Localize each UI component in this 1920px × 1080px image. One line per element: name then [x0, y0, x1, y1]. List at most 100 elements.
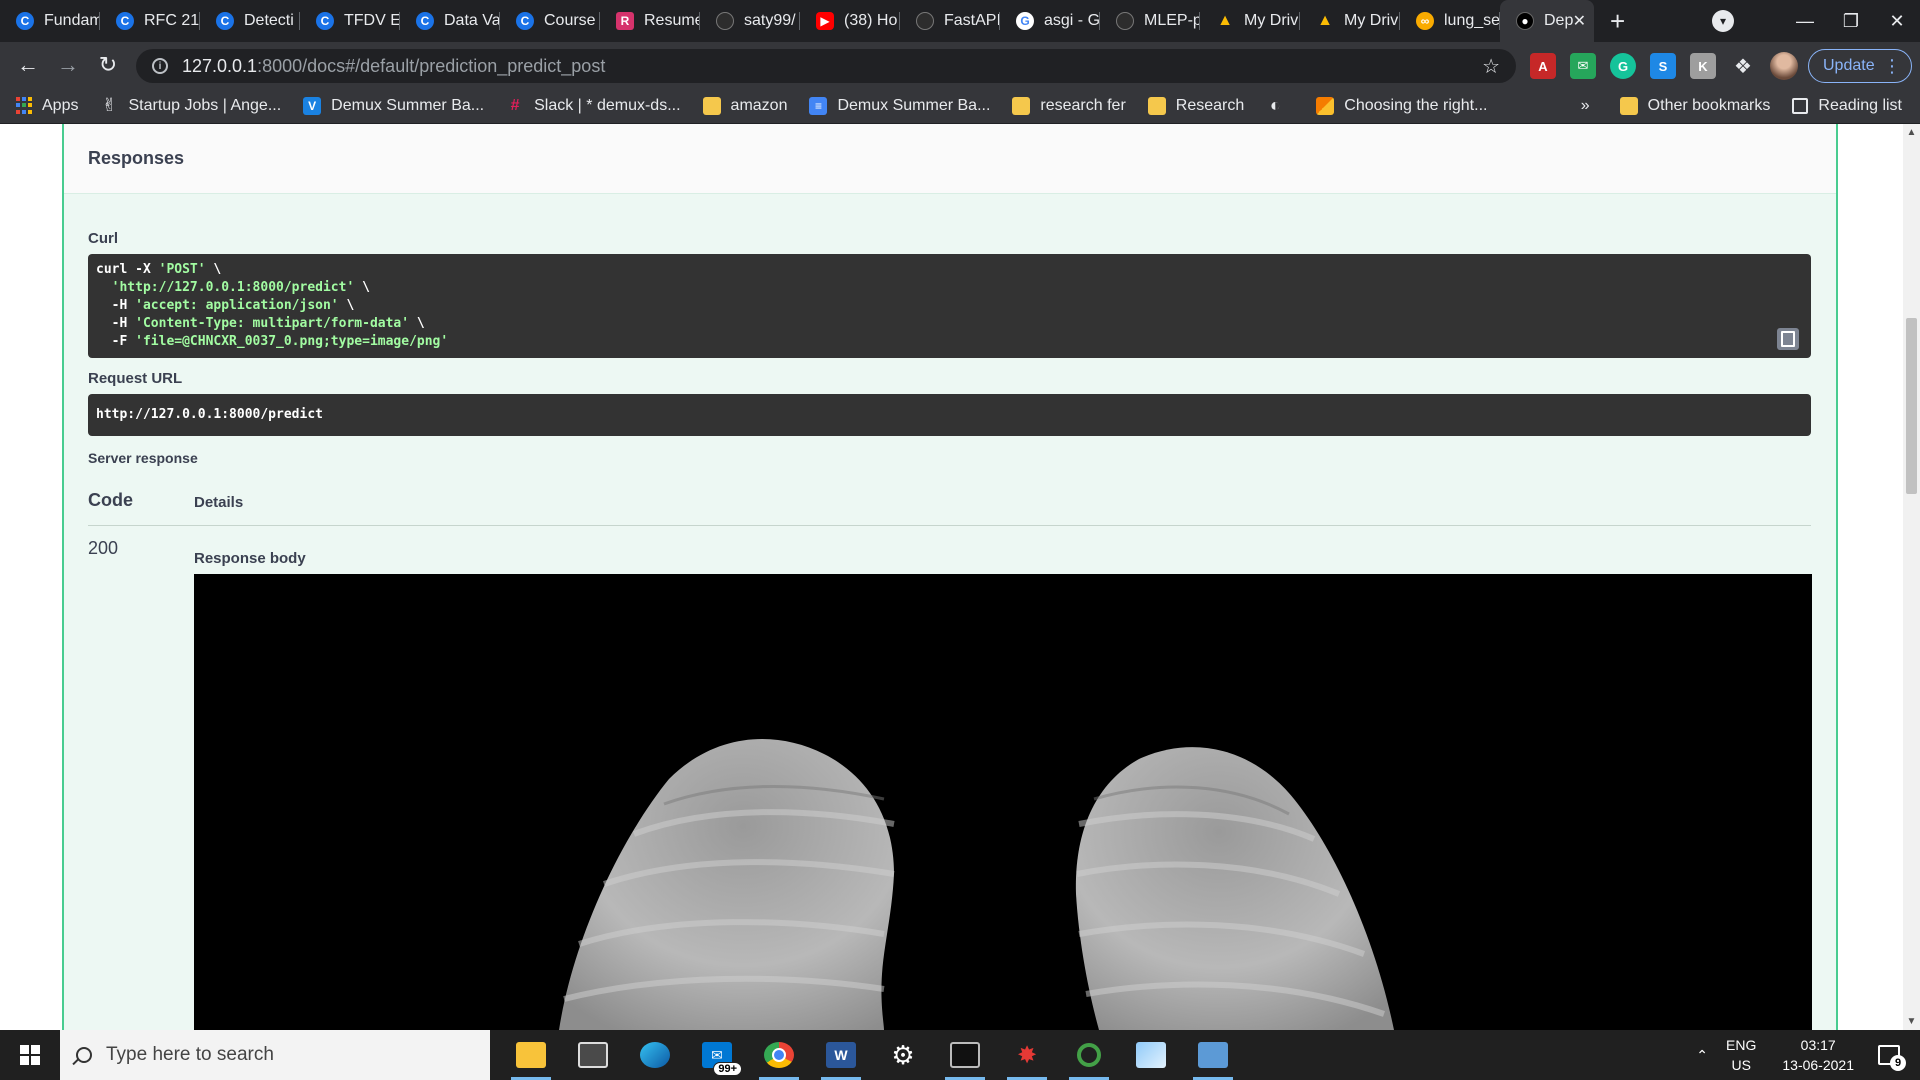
mail-badge: 99+ [713, 1062, 742, 1076]
page-scrollbar[interactable]: ▲ ▼ [1903, 124, 1920, 1030]
notification-center-icon[interactable]: 9 [1878, 1045, 1906, 1071]
chrome-icon [764, 1042, 794, 1068]
tab[interactable]: C TFDV E [300, 0, 400, 42]
tab[interactable]: C Fundam [0, 0, 100, 42]
tab-label: MLEP-p [1144, 12, 1200, 29]
clock[interactable]: 03:17 13-06-2021 [1782, 1035, 1854, 1075]
bookmarks-right: » Other bookmarks Reading list [1581, 88, 1902, 124]
taskbar-search-box[interactable]: Type here to search [60, 1030, 490, 1080]
chrome-button[interactable] [748, 1030, 810, 1080]
mail-button[interactable]: ✉ 99+ [686, 1030, 748, 1080]
bookmark-star-icon[interactable]: ☆ [1482, 54, 1500, 79]
other-bookmarks-folder[interactable]: Other bookmarks [1619, 97, 1770, 115]
bookmarks-overflow-button[interactable]: » [1581, 97, 1590, 115]
tab[interactable]: ▲ My Driv [1200, 0, 1300, 42]
minimize-button[interactable]: — [1782, 0, 1828, 42]
notification-badge: 9 [1890, 1055, 1906, 1071]
update-button[interactable]: Update ⋮ [1808, 49, 1912, 83]
mail-extension-icon[interactable]: ✉ [1570, 53, 1596, 79]
drive-icon: ▲ [1317, 12, 1333, 29]
store-button[interactable] [562, 1030, 624, 1080]
computer-app-button[interactable] [1182, 1030, 1244, 1080]
clock-date: 13-06-2021 [1782, 1057, 1854, 1073]
bookmark-list: Apps ✌ Startup Jobs | Ange... V Demux Summer… [16, 95, 1509, 115]
reading-list-button[interactable]: Reading list [1792, 97, 1902, 115]
close-window-button[interactable]: ✕ [1874, 0, 1920, 42]
settings-button[interactable]: ⚙ [872, 1030, 934, 1080]
angellist-icon: ✌ [101, 95, 118, 115]
tab[interactable]: C Data Va [400, 0, 500, 42]
tab[interactable]: saty99/ [700, 0, 800, 42]
tab[interactable]: C RFC 21! [100, 0, 200, 42]
language-indicator[interactable]: ENG US [1726, 1035, 1756, 1075]
tab-label: TFDV E [344, 12, 400, 29]
bookmark-item[interactable]: ≡ Demux Summer Ba... [809, 96, 990, 115]
bookmark-item[interactable]: research fer [1012, 96, 1126, 115]
site-info-icon[interactable]: i [152, 58, 168, 74]
tab[interactable]: C Course [500, 0, 600, 42]
bookmark-item[interactable]: Research [1147, 96, 1244, 115]
coursera-icon: C [16, 12, 34, 30]
coursera-icon: C [316, 12, 334, 30]
tab-label: Fundam [44, 12, 100, 29]
menu-dots-icon: ⋮ [1883, 55, 1901, 76]
acrobat-extension-icon[interactable]: A [1530, 53, 1556, 79]
scroll-up-arrow-icon[interactable]: ▲ [1903, 124, 1920, 141]
operation-block-post: Responses Curl curl -X 'POST' \ 'http://… [62, 124, 1838, 1030]
spider-app-button[interactable]: ✸ [996, 1030, 1058, 1080]
scroll-down-arrow-icon[interactable]: ▼ [1903, 1013, 1920, 1030]
tab-search-icon[interactable]: ▾ [1712, 10, 1734, 32]
tab[interactable]: ▲ My Driv [1300, 0, 1400, 42]
terminal-button[interactable] [934, 1030, 996, 1080]
notes-icon [1136, 1042, 1166, 1068]
windows-taskbar: Type here to search ✉ 99+ W ⚙ ✸ ⌃ ENG US… [0, 1030, 1920, 1080]
bookmark-item[interactable]: ✌ Startup Jobs | Ange... [100, 95, 281, 115]
bookmark-item[interactable]: Apps [16, 97, 78, 115]
tab-label: Course [544, 12, 596, 29]
word-button[interactable]: W [810, 1030, 872, 1080]
ring-app-button[interactable] [1058, 1030, 1120, 1080]
address-bar[interactable]: i 127.0.0.1:8000/docs#/default/predictio… [136, 49, 1516, 83]
forward-button[interactable]: → [48, 45, 88, 85]
curl-str: 'POST' [158, 262, 206, 277]
back-button[interactable]: ← [8, 45, 48, 85]
bookmark-item[interactable]: # Slack | * demux-ds... [506, 97, 681, 115]
grammarly-extension-icon[interactable]: G [1610, 53, 1636, 79]
extensions-puzzle-icon[interactable]: ❖ [1730, 53, 1756, 79]
tab[interactable]: Gasgi - G [1000, 0, 1100, 42]
start-button[interactable] [0, 1030, 60, 1080]
curl-kw: -F [96, 334, 136, 349]
bookmark-item[interactable]: Choosing the right... [1316, 96, 1487, 115]
tab-active[interactable]: ● Dep ✕ [1500, 0, 1594, 42]
bookmarks-bar: Apps ✌ Startup Jobs | Ange... V Demux Summer… [0, 88, 1920, 124]
new-tab-button[interactable]: + [1610, 6, 1625, 37]
tab[interactable]: ∞ lung_se [1400, 0, 1500, 42]
tab-close-icon[interactable]: ✕ [1573, 11, 1586, 31]
bookmark-item[interactable]: V Demux Summer Ba... [303, 96, 484, 115]
profile-avatar[interactable] [1770, 52, 1798, 80]
curl-kw: -H [96, 298, 136, 313]
bookmark-item[interactable]: ◐ [1266, 95, 1294, 115]
tab[interactable]: ▶ (38) Ho [800, 0, 900, 42]
tab[interactable]: MLEP-p [1100, 0, 1200, 42]
tab[interactable]: FastAPI [900, 0, 1000, 42]
bookmark-label: amazon [730, 96, 788, 114]
k-extension-icon[interactable]: K [1690, 53, 1716, 79]
response-body-label: Response body [194, 550, 306, 567]
system-tray: ⌃ ENG US 03:17 13-06-2021 9 [1696, 1030, 1920, 1080]
segmented-lung-xray [559, 739, 1394, 1030]
scroll-thumb[interactable] [1906, 318, 1917, 494]
tab[interactable]: C Detecti [200, 0, 300, 42]
restore-button[interactable]: ❐ [1828, 0, 1874, 42]
edge-button[interactable] [624, 1030, 686, 1080]
tab[interactable]: R Resume [600, 0, 700, 42]
s-extension-icon[interactable]: S [1650, 53, 1676, 79]
copy-to-clipboard-icon[interactable] [1777, 328, 1799, 350]
file-explorer-button[interactable] [500, 1030, 562, 1080]
notes-app-button[interactable] [1120, 1030, 1182, 1080]
bookmark-item[interactable]: amazon [702, 96, 788, 115]
tab-label: Detecti [244, 12, 294, 29]
globe-icon: ◐ [1269, 95, 1281, 115]
reload-button[interactable]: ↻ [88, 45, 128, 85]
tray-chevron-up-icon[interactable]: ⌃ [1696, 1047, 1708, 1064]
